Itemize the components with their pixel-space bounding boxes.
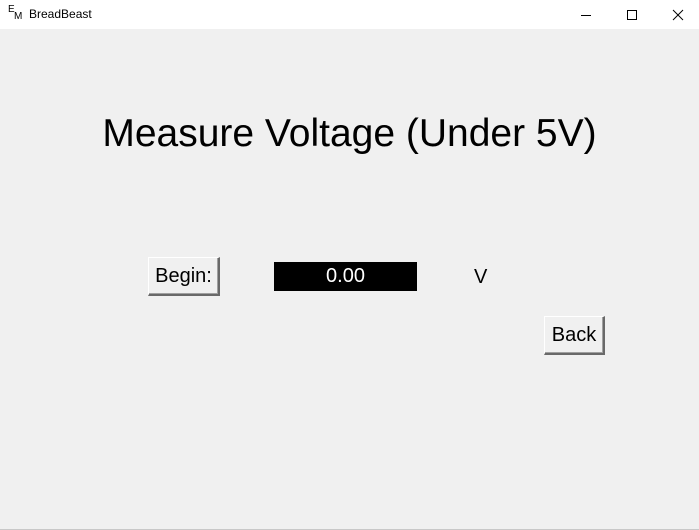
close-icon (672, 9, 684, 20)
unit-label: V (474, 266, 488, 288)
maximize-icon (627, 9, 637, 20)
page-title: Measure Voltage (Under 5V) (102, 112, 597, 155)
back-button[interactable]: Back (544, 316, 605, 355)
minimize-button[interactable] (563, 0, 609, 29)
title-bar[interactable]: E M BreadBeast (0, 0, 699, 29)
maximize-button[interactable] (609, 0, 655, 29)
logo-letter-m: M (14, 11, 23, 22)
minimize-icon (581, 14, 591, 16)
close-button[interactable] (655, 0, 699, 29)
app-window: E M BreadBeast Measure Voltage (Under 5V… (0, 0, 699, 530)
window-title: BreadBeast (29, 7, 92, 21)
begin-button[interactable]: Begin: (148, 257, 220, 296)
voltage-readout: 0.00 (274, 262, 417, 291)
app-logo-icon: E M (8, 5, 26, 23)
